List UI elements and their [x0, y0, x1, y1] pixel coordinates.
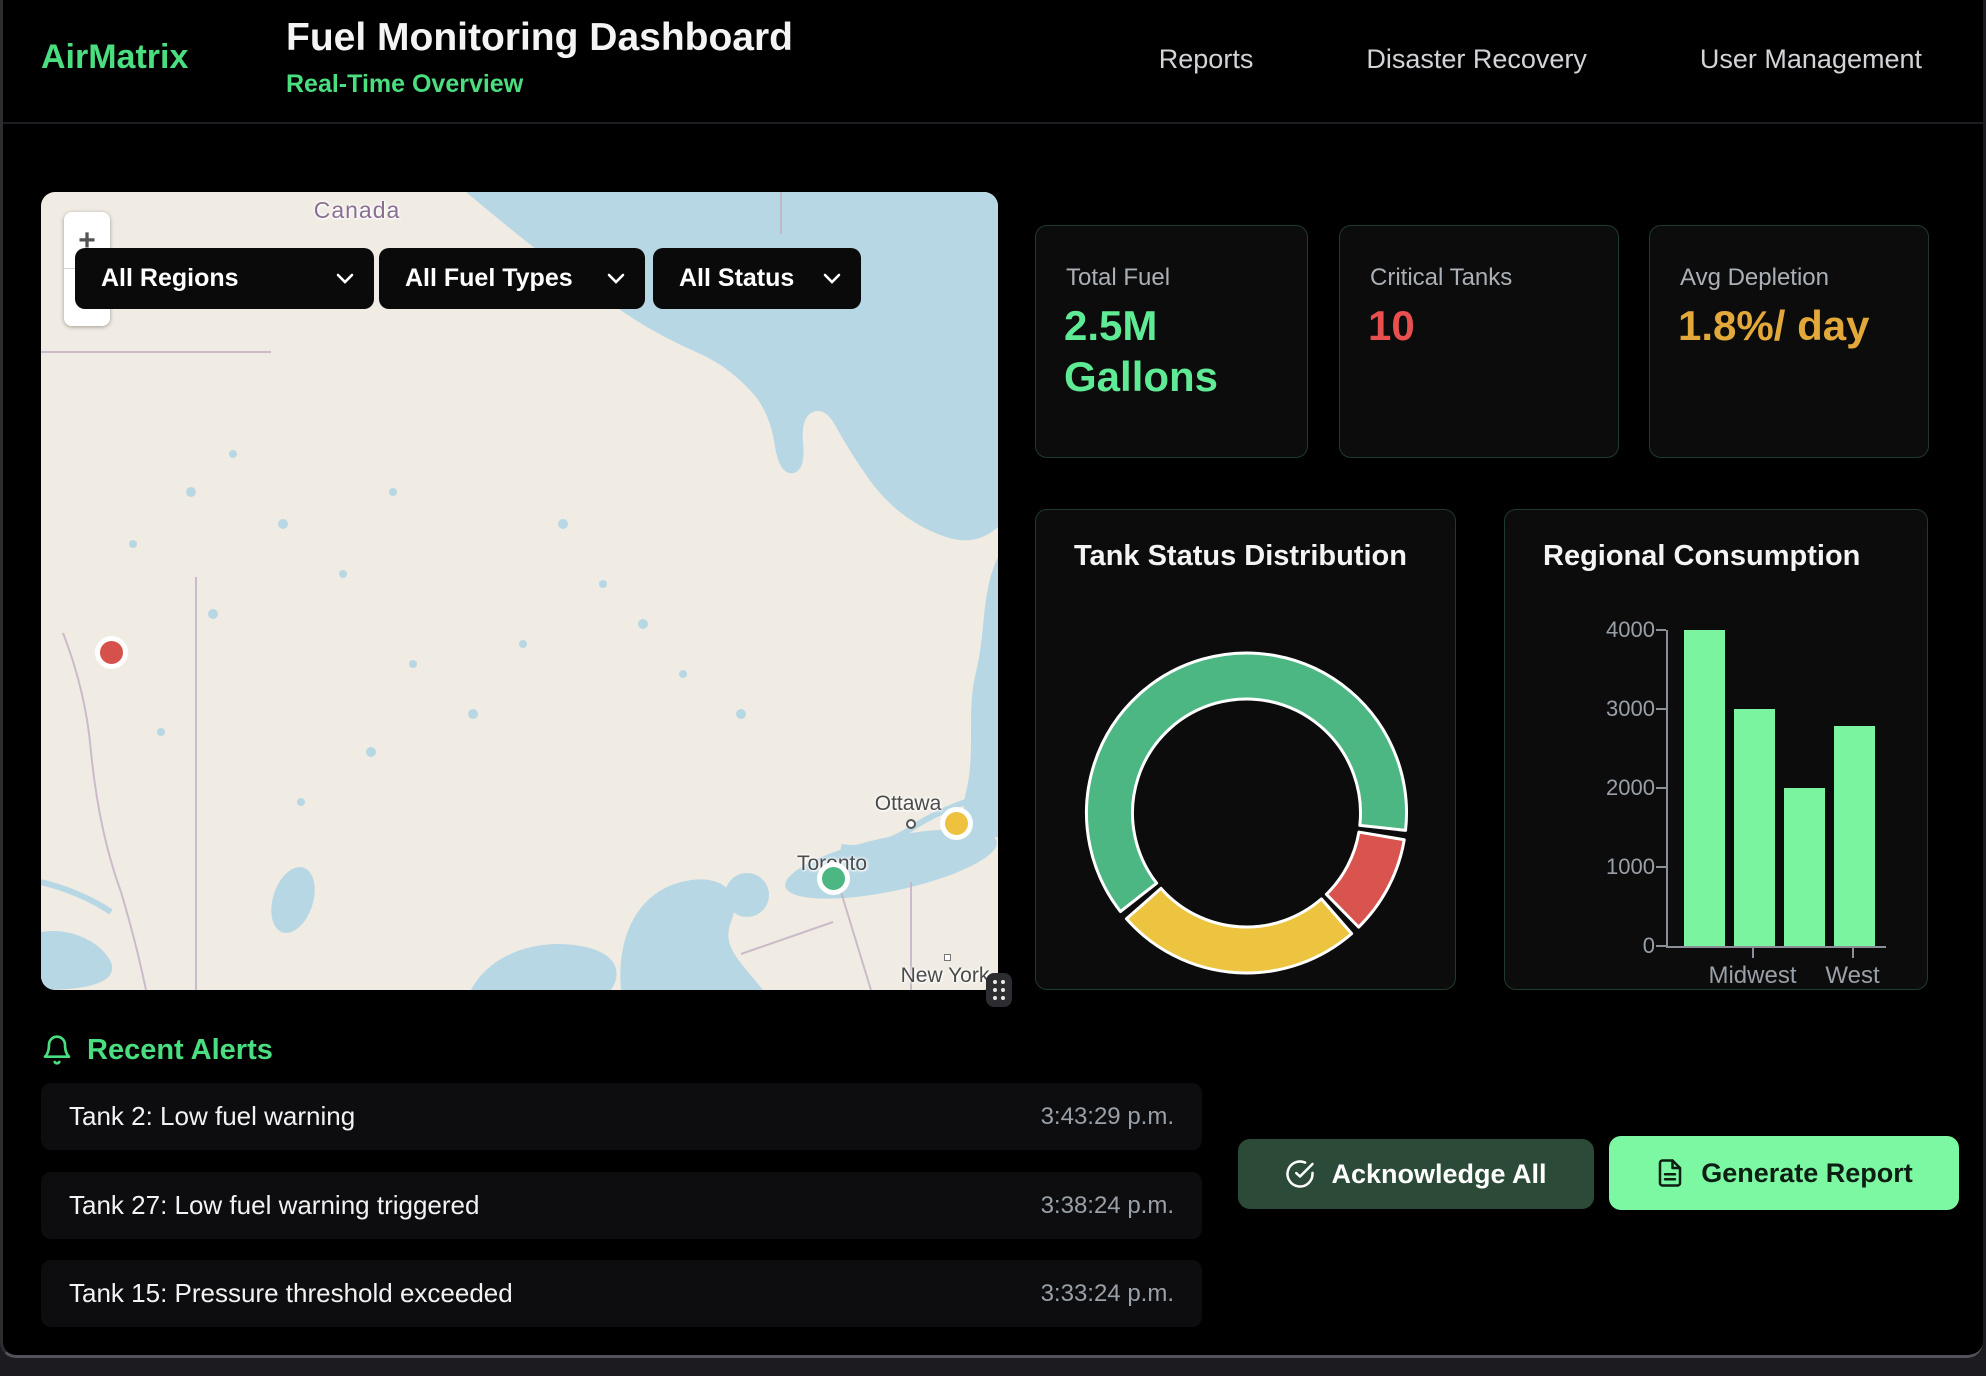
- alert-message: Tank 15: Pressure threshold exceeded: [69, 1278, 513, 1309]
- chevron-down-icon: [607, 273, 625, 285]
- app-root: AirMatrix Fuel Monitoring Dashboard Real…: [0, 0, 1986, 1376]
- tank-status-chart-card: Tank Status Distribution: [1035, 509, 1456, 990]
- page-subtitle: Real-Time Overview: [286, 70, 523, 99]
- alert-timestamp: 3:38:24 p.m.: [1041, 1192, 1174, 1220]
- chevron-down-icon: [336, 273, 354, 285]
- nav-reports[interactable]: Reports: [1159, 44, 1254, 75]
- bar-region-0[interactable]: [1684, 630, 1725, 946]
- nav-user-management[interactable]: User Management: [1700, 44, 1922, 75]
- window-frame: AirMatrix Fuel Monitoring Dashboard Real…: [0, 0, 1983, 1358]
- regional-consumption-chart-card: Regional Consumption 40003000200010000 M…: [1504, 509, 1928, 990]
- y-tick-label: 3000: [1585, 696, 1655, 722]
- alert-message: Tank 27: Low fuel warning triggered: [69, 1190, 479, 1221]
- alert-message: Tank 2: Low fuel warning: [69, 1101, 355, 1132]
- check-circle-icon: [1285, 1159, 1315, 1189]
- tank-status-donut-chart[interactable]: [1036, 510, 1457, 991]
- y-tick-label: 0: [1585, 933, 1655, 959]
- alert-timestamp: 3:33:24 p.m.: [1041, 1280, 1174, 1308]
- stat-value-critical-tanks: 10: [1368, 300, 1594, 351]
- stat-card-critical-tanks: Critical Tanks 10: [1339, 225, 1619, 458]
- map-label-canada: Canada: [287, 197, 427, 224]
- tank-marker-warning[interactable]: [940, 807, 973, 840]
- document-icon: [1655, 1158, 1685, 1188]
- chevron-down-icon: [823, 273, 841, 285]
- ottawa-town-dot: [906, 819, 916, 829]
- bar-region-2[interactable]: [1784, 788, 1825, 946]
- resize-grip-handle[interactable]: [986, 973, 1012, 1007]
- status-filter-value: All Status: [679, 264, 794, 293]
- app-logo: AirMatrix: [41, 38, 188, 77]
- alert-timestamp: 3:43:29 p.m.: [1041, 1103, 1174, 1131]
- acknowledge-all-label: Acknowledge All: [1331, 1159, 1546, 1190]
- y-tick-label: 4000: [1585, 617, 1655, 643]
- stat-value-total-fuel: 2.5M Gallons: [1064, 300, 1283, 402]
- donut-segment-warning: [1126, 888, 1351, 973]
- generate-report-label: Generate Report: [1701, 1158, 1913, 1189]
- status-filter-dropdown[interactable]: All Status: [653, 248, 861, 309]
- page-title: Fuel Monitoring Dashboard: [286, 16, 793, 60]
- bell-icon: [41, 1034, 73, 1066]
- tank-marker-normal[interactable]: [817, 862, 850, 895]
- stat-label: Avg Depletion: [1680, 264, 1829, 292]
- region-filter-dropdown[interactable]: All Regions: [75, 248, 374, 309]
- bar-plot-area: [1666, 630, 1886, 948]
- alert-row[interactable]: Tank 15: Pressure threshold exceeded 3:3…: [41, 1260, 1202, 1327]
- bar-region-1[interactable]: [1734, 709, 1775, 946]
- chart-title: Tank Status Distribution: [1074, 540, 1407, 573]
- acknowledge-all-button[interactable]: Acknowledge All: [1238, 1139, 1594, 1209]
- alert-row[interactable]: Tank 2: Low fuel warning 3:43:29 p.m.: [41, 1083, 1202, 1150]
- regional-consumption-bar-chart[interactable]: 40003000200010000 MidwestWest: [1505, 510, 1929, 991]
- stat-value-avg-depletion: 1.8%/ day: [1678, 300, 1904, 351]
- alert-row[interactable]: Tank 27: Low fuel warning triggered 3:38…: [41, 1172, 1202, 1239]
- new-york-town-dot: [944, 954, 951, 961]
- bar-region-3[interactable]: [1834, 726, 1875, 946]
- map-label-new-york: New York: [885, 964, 998, 988]
- fuel-type-filter-dropdown[interactable]: All Fuel Types: [379, 248, 645, 309]
- nav-disaster-recovery[interactable]: Disaster Recovery: [1366, 44, 1587, 75]
- y-tick-label: 1000: [1585, 854, 1655, 880]
- x-tick-label: West: [1783, 962, 1923, 990]
- alerts-section-title: Recent Alerts: [87, 1034, 273, 1067]
- generate-report-button[interactable]: Generate Report: [1609, 1136, 1959, 1210]
- map-filter-bar: All Regions All Fuel Types All Status: [41, 248, 998, 309]
- stat-card-total-fuel: Total Fuel 2.5M Gallons: [1035, 225, 1308, 458]
- tank-marker-critical[interactable]: [95, 636, 128, 669]
- donut-segment-critical: [1326, 832, 1404, 927]
- map[interactable]: Canada Ottawa Toronto New York + − All R…: [41, 192, 998, 990]
- stat-label: Total Fuel: [1066, 264, 1170, 292]
- header: AirMatrix Fuel Monitoring Dashboard Real…: [3, 0, 1983, 124]
- stat-label: Critical Tanks: [1370, 264, 1512, 292]
- main-nav: Reports Disaster Recovery User Managemen…: [1159, 44, 1922, 75]
- stat-card-avg-depletion: Avg Depletion 1.8%/ day: [1649, 225, 1929, 458]
- y-tick-label: 2000: [1585, 775, 1655, 801]
- region-filter-value: All Regions: [101, 264, 239, 293]
- fuel-type-filter-value: All Fuel Types: [405, 264, 573, 293]
